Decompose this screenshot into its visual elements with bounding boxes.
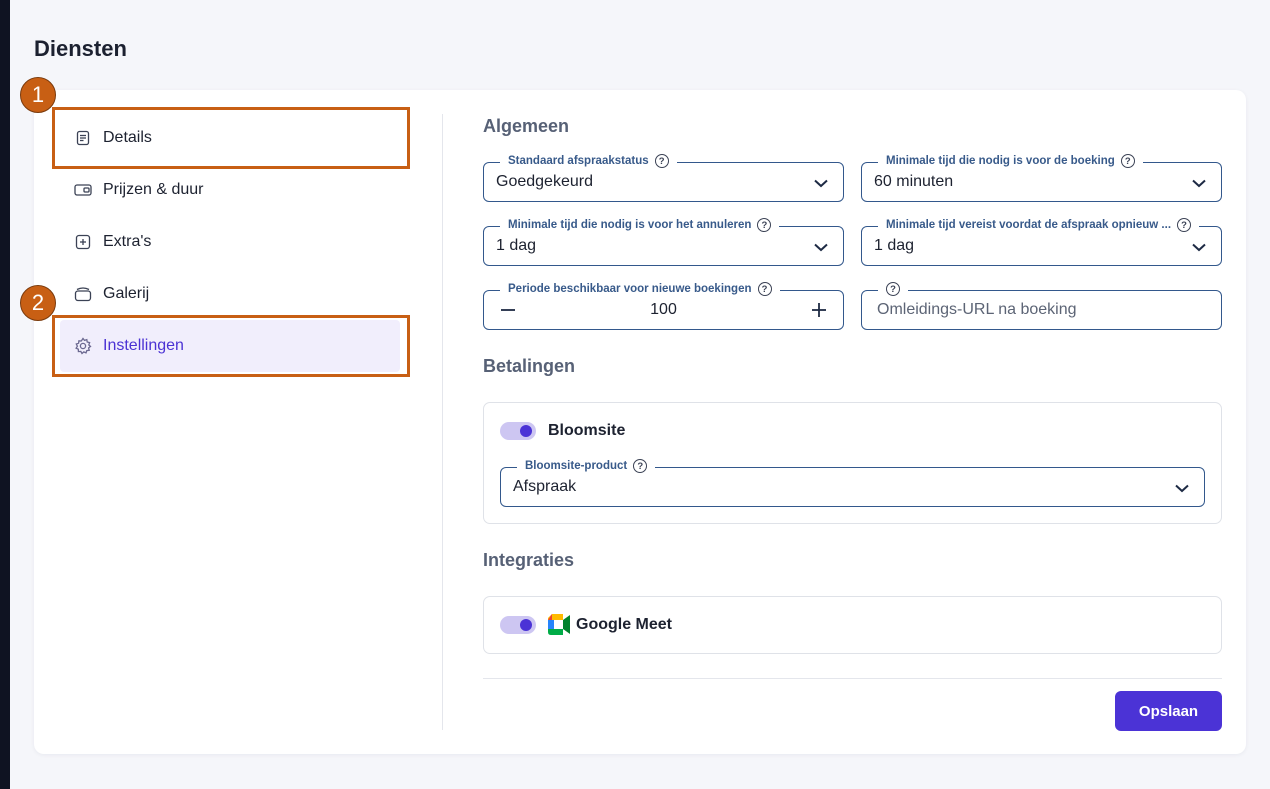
default-status-select[interactable]: Standaard afspraakstatus? Goedgekeurd bbox=[483, 153, 844, 202]
plus-square-icon bbox=[74, 233, 92, 251]
redirect-url-placeholder: Omleidings-URL na boeking bbox=[877, 301, 1077, 318]
vertical-divider bbox=[442, 114, 443, 730]
field-label: Bloomsite-product? bbox=[517, 458, 656, 474]
left-edge-strip bbox=[0, 0, 10, 789]
period-available-stepper[interactable]: Periode beschikbaar voor nieuwe boekinge… bbox=[483, 281, 844, 330]
field-value: 60 minuten bbox=[874, 173, 954, 190]
field-label: Minimale tijd die nodig is voor het annu… bbox=[500, 217, 780, 233]
field-label: Periode beschikbaar voor nieuwe boekinge… bbox=[500, 281, 780, 297]
section-title-general: Algemeen bbox=[483, 116, 570, 136]
wallet-icon bbox=[74, 181, 92, 199]
sidebar-item-prices[interactable]: Prijzen & duur bbox=[54, 164, 404, 216]
sidebar-item-label: Prijzen & duur bbox=[103, 181, 204, 198]
sidebar-item-label: Details bbox=[103, 129, 152, 146]
chevron-down-icon bbox=[1175, 484, 1189, 493]
toggle-knob bbox=[520, 425, 532, 437]
google-meet-toggle[interactable] bbox=[500, 616, 536, 634]
sidebar-item-extras[interactable]: Extra's bbox=[54, 216, 404, 268]
field-label: Minimale tijd die nodig is voor de boeki… bbox=[878, 153, 1143, 169]
stepper-value: 100 bbox=[650, 301, 677, 318]
min-time-cancel-select[interactable]: Minimale tijd die nodig is voor het annu… bbox=[483, 217, 844, 266]
bloomsite-product-select[interactable]: Bloomsite-product? Afspraak bbox=[500, 458, 1205, 507]
bloomsite-label: Bloomsite bbox=[548, 422, 626, 439]
sidebar-item-label: Extra's bbox=[103, 233, 152, 250]
chevron-down-icon bbox=[1192, 179, 1206, 188]
sidebar-item-settings[interactable]: Instellingen bbox=[60, 320, 400, 372]
help-icon[interactable]: ? bbox=[757, 218, 772, 232]
plus-icon[interactable] bbox=[809, 300, 829, 320]
footer-divider bbox=[483, 678, 1222, 679]
payments-box: Bloomsite Bloomsite-product? Afspraak bbox=[483, 402, 1222, 524]
step-marker-2: 2 bbox=[20, 285, 56, 321]
sidebar-item-gallery[interactable]: Galerij bbox=[54, 268, 404, 320]
step-marker-1: 1 bbox=[20, 77, 56, 113]
field-value: Afspraak bbox=[513, 478, 577, 495]
gear-icon bbox=[74, 337, 92, 355]
bloomsite-toggle[interactable] bbox=[500, 422, 536, 440]
help-icon[interactable]: ? bbox=[654, 154, 669, 168]
document-icon bbox=[74, 129, 92, 147]
google-meet-label: Google Meet bbox=[576, 616, 673, 633]
field-value: 1 dag bbox=[496, 237, 537, 254]
help-icon[interactable]: ? bbox=[757, 282, 772, 296]
field-value: 1 dag bbox=[874, 237, 915, 254]
min-time-reschedule-select[interactable]: Minimale tijd vereist voordat de afspraa… bbox=[861, 217, 1222, 266]
min-time-booking-select[interactable]: Minimale tijd die nodig is voor de boeki… bbox=[861, 153, 1222, 202]
help-icon[interactable]: ? bbox=[886, 282, 900, 296]
toggle-knob bbox=[520, 619, 532, 631]
sidebar-item-label: Instellingen bbox=[103, 337, 184, 354]
section-title-integrations: Integraties bbox=[483, 550, 575, 570]
google-meet-icon bbox=[548, 614, 570, 635]
gallery-icon bbox=[74, 285, 92, 303]
field-label: ? bbox=[878, 281, 908, 297]
help-icon[interactable]: ? bbox=[1177, 218, 1192, 232]
integrations-box: Google Meet bbox=[483, 596, 1222, 654]
sidebar-item-label: Galerij bbox=[103, 285, 150, 302]
field-label: Minimale tijd vereist voordat de afspraa… bbox=[878, 217, 1200, 233]
field-label: Standaard afspraakstatus? bbox=[500, 153, 677, 169]
chevron-down-icon bbox=[1192, 243, 1206, 252]
sidebar-item-details[interactable]: Details bbox=[54, 112, 404, 164]
help-icon[interactable]: ? bbox=[633, 459, 648, 473]
save-button[interactable]: Opslaan bbox=[1115, 691, 1222, 731]
chevron-down-icon bbox=[814, 243, 828, 252]
page-title: Diensten bbox=[34, 36, 127, 61]
settings-content: Algemeen Standaard afspraakstatus? Goedg… bbox=[483, 90, 1223, 754]
redirect-url-input[interactable]: ? Omleidings-URL na boeking bbox=[861, 281, 1222, 330]
chevron-down-icon bbox=[814, 179, 828, 188]
help-icon[interactable]: ? bbox=[1120, 154, 1135, 168]
field-value: Goedgekeurd bbox=[496, 173, 593, 190]
section-title-payments: Betalingen bbox=[483, 356, 576, 376]
settings-card: Details Prijzen & duur Extra's Galerij I… bbox=[34, 90, 1246, 754]
